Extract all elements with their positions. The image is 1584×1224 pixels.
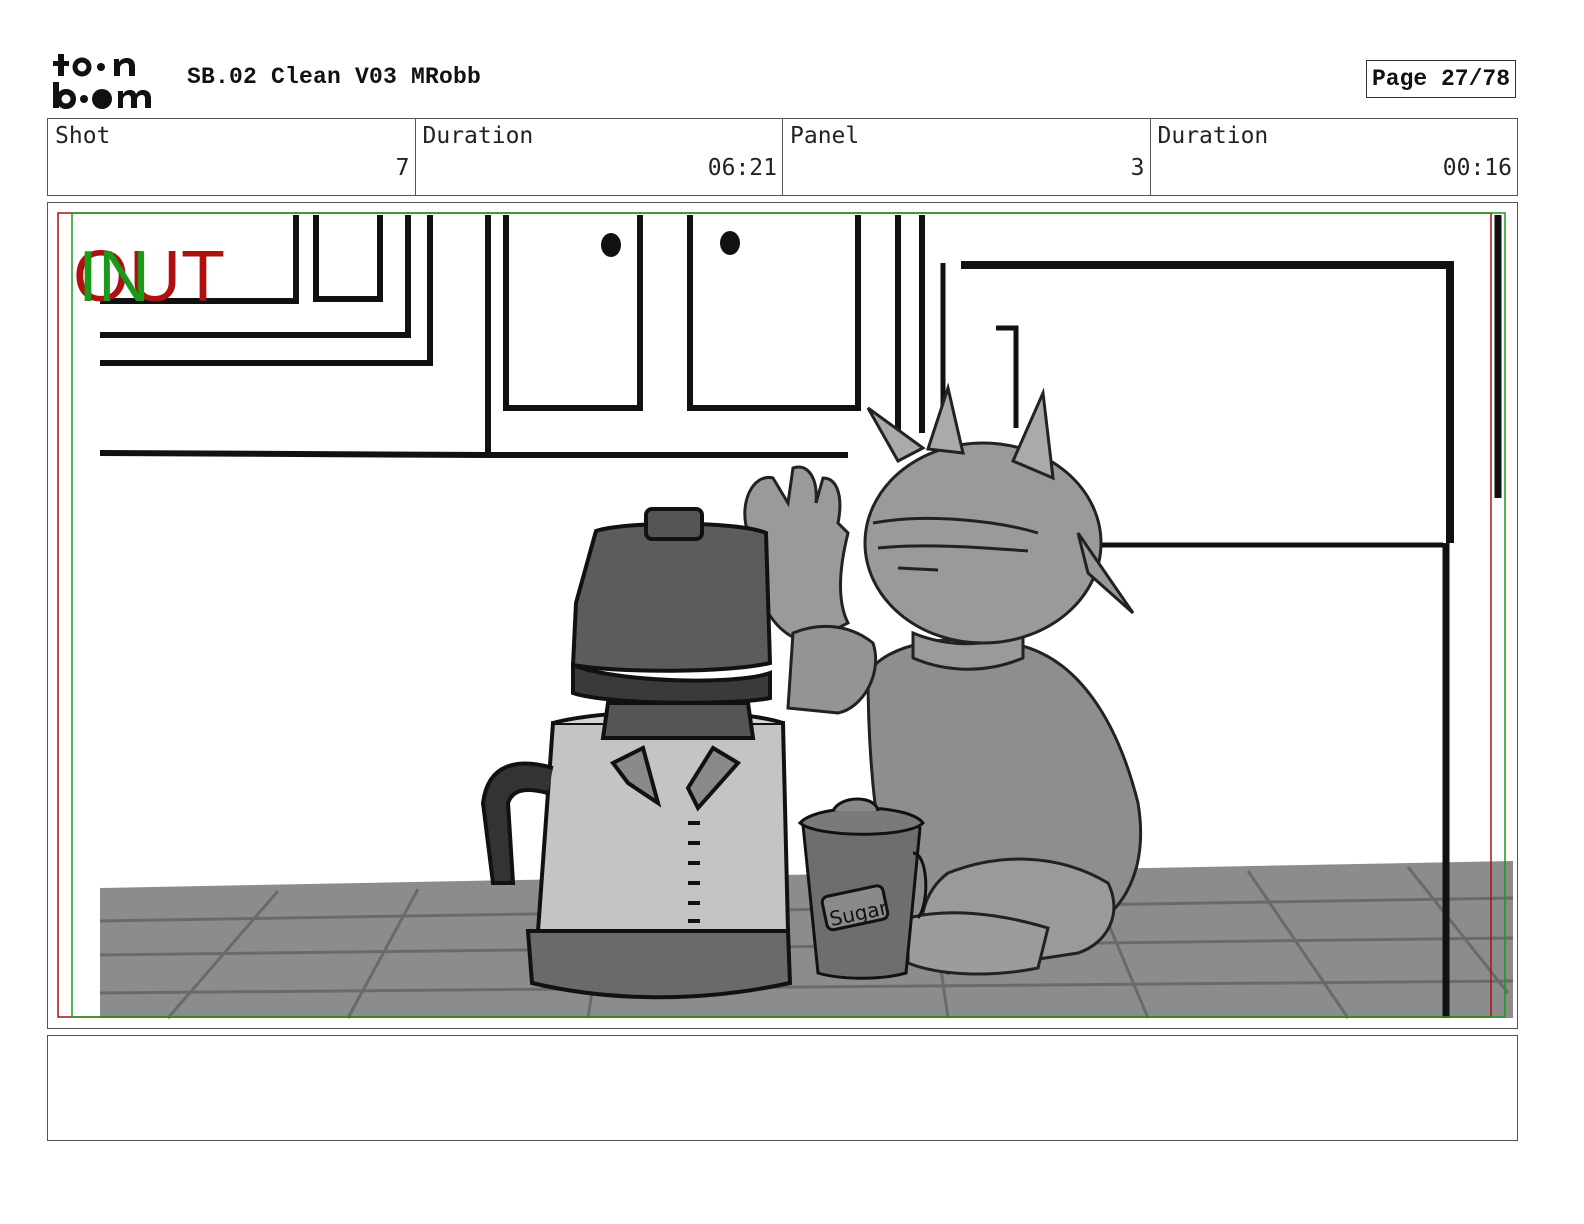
in-marker: IN (78, 237, 150, 317)
panel-cell: Panel 3 (783, 119, 1151, 195)
toon-boom-logo (52, 50, 164, 112)
shot-duration-label: Duration (422, 123, 534, 149)
shot-label: Shot (55, 123, 111, 149)
document-title: SB.02 Clean V03 MRobb (187, 64, 482, 90)
sugar-jar (797, 797, 928, 980)
storyboard-panel: Sugar OUT IN (47, 202, 1518, 1029)
panel-drawing: Sugar OUT IN (57, 212, 1514, 1019)
shot-duration-cell: Duration 06:21 (416, 119, 783, 195)
panel-label: Panel (790, 123, 860, 149)
cabinet-knob-right (720, 231, 740, 255)
shot-value: 7 (395, 155, 410, 181)
shot-duration-value: 06:21 (707, 155, 777, 181)
panel-duration-value: 00:16 (1442, 155, 1512, 181)
panel-notes[interactable] (47, 1035, 1518, 1141)
shot-info-table: Shot 7 Duration 06:21 Panel 3 Duration 0… (47, 118, 1518, 196)
panel-value: 3 (1130, 155, 1145, 181)
panel-duration-cell: Duration 00:16 (1151, 119, 1518, 195)
cabinet-knob-left (601, 233, 621, 257)
shot-cell: Shot 7 (48, 119, 416, 195)
panel-duration-label: Duration (1157, 123, 1269, 149)
page-indicator: Page 27/78 (1366, 60, 1516, 98)
